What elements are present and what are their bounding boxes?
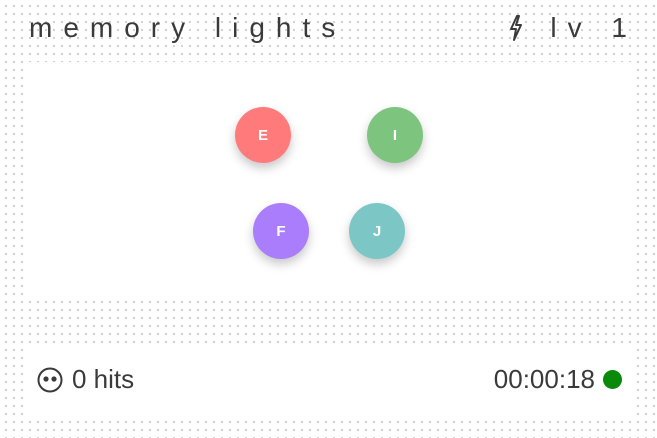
status-bar: 0 hits 00:00:18 — [24, 346, 632, 418]
light-button-j[interactable]: J — [349, 203, 405, 259]
lightning-bolt-icon — [508, 14, 524, 42]
header-bar: memory lights lv 1 — [0, 0, 657, 60]
light-key-label: E — [257, 126, 268, 144]
status-dot-icon — [603, 370, 622, 389]
light-button-f[interactable]: F — [253, 203, 309, 259]
timer-value: 00:00:18 — [493, 364, 595, 394]
level-label: lv 1 — [550, 12, 638, 43]
timer-display: 00:00:18 — [494, 364, 622, 395]
level-indicator: lv 1 — [508, 12, 627, 44]
game-board: E I F J — [24, 62, 632, 300]
game-title: memory lights — [29, 12, 347, 43]
light-key-label: F — [276, 222, 286, 240]
hits-counter: 0 hits — [37, 364, 134, 395]
light-key-label: J — [372, 222, 382, 240]
light-key-label: I — [392, 126, 398, 144]
face-icon — [37, 367, 63, 393]
light-button-e[interactable]: E — [235, 107, 291, 163]
hits-label: 0 hits — [72, 364, 135, 394]
light-button-i[interactable]: I — [367, 107, 423, 163]
